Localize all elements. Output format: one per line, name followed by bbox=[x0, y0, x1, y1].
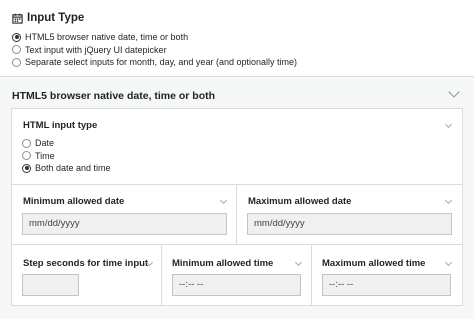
radio-time[interactable] bbox=[22, 151, 31, 160]
radio-jquery[interactable] bbox=[12, 45, 21, 54]
radio-select[interactable] bbox=[12, 57, 21, 67]
input-type-option-html5[interactable]: HTML5 browser native date, time or both bbox=[12, 31, 297, 43]
min-time-cell: Minimum allowed time --:-- -- bbox=[162, 245, 312, 305]
max-date-input[interactable]: mm/dd/yyyy bbox=[247, 213, 452, 235]
option-label: Both date and time bbox=[35, 163, 111, 173]
chevron-down-icon[interactable] bbox=[448, 86, 460, 98]
input-type-options: HTML5 browser native date, time or both … bbox=[12, 31, 297, 68]
min-date-cell: Minimum allowed date mm/dd/yyyy bbox=[12, 185, 237, 245]
option-label: Text input with jQuery UI datepicker bbox=[25, 44, 167, 55]
html-input-type-option-both[interactable]: Both date and time bbox=[22, 162, 111, 174]
option-label: Date bbox=[35, 138, 55, 148]
max-date-cell: Maximum allowed date mm/dd/yyyy bbox=[237, 185, 462, 245]
input-type-option-select[interactable]: Separate select inputs for month, day, a… bbox=[12, 56, 297, 68]
step-seconds-input[interactable] bbox=[22, 274, 79, 296]
html-input-type-options: Date Time Both date and time bbox=[22, 137, 111, 174]
min-date-label: Minimum allowed date bbox=[23, 196, 125, 207]
input-type-title: Input Type bbox=[12, 12, 84, 24]
min-time-input[interactable]: --:-- -- bbox=[172, 274, 301, 296]
section-title: HTML5 browser native date, time or both bbox=[12, 90, 216, 102]
input-type-label: Input Type bbox=[27, 12, 85, 24]
min-time-label: Minimum allowed time bbox=[172, 258, 274, 269]
chevron-down-icon[interactable] bbox=[444, 258, 453, 267]
max-time-cell: Maximum allowed time --:-- -- bbox=[312, 245, 462, 305]
html-input-type-option-time[interactable]: Time bbox=[22, 150, 111, 162]
input-type-card: Input Type HTML5 browser native date, ti… bbox=[0, 0, 474, 77]
max-time-input[interactable]: --:-- -- bbox=[322, 274, 451, 296]
html5-section-header[interactable]: HTML5 browser native date, time or both bbox=[0, 78, 474, 110]
min-date-input[interactable]: mm/dd/yyyy bbox=[22, 213, 227, 235]
html-input-type-label: HTML input type bbox=[23, 120, 98, 131]
calendar-icon bbox=[12, 13, 23, 24]
html5-settings-panel: HTML input type Date Time Both date and … bbox=[11, 108, 463, 306]
option-label: Separate select inputs for month, day, a… bbox=[25, 57, 297, 67]
max-time-label: Maximum allowed time bbox=[322, 258, 426, 269]
input-type-option-jquery[interactable]: Text input with jQuery UI datepicker bbox=[12, 44, 297, 56]
step-seconds-label: Step seconds for time input bbox=[23, 258, 149, 269]
option-label: Time bbox=[35, 150, 55, 161]
chevron-down-icon[interactable] bbox=[444, 196, 453, 205]
chevron-down-icon[interactable] bbox=[294, 258, 303, 267]
option-label: HTML5 browser native date, time or both bbox=[25, 32, 189, 42]
html-input-type-option-date[interactable]: Date bbox=[22, 137, 111, 149]
step-seconds-cell: Step seconds for time input bbox=[12, 245, 162, 305]
radio-both[interactable] bbox=[22, 163, 31, 173]
chevron-down-icon[interactable] bbox=[444, 120, 453, 129]
chevron-down-icon[interactable] bbox=[219, 196, 228, 205]
html-input-type-cell: HTML input type Date Time Both date and … bbox=[12, 109, 462, 185]
max-date-label: Maximum allowed date bbox=[248, 196, 352, 207]
radio-date[interactable] bbox=[22, 138, 31, 148]
radio-html5[interactable] bbox=[12, 32, 21, 42]
